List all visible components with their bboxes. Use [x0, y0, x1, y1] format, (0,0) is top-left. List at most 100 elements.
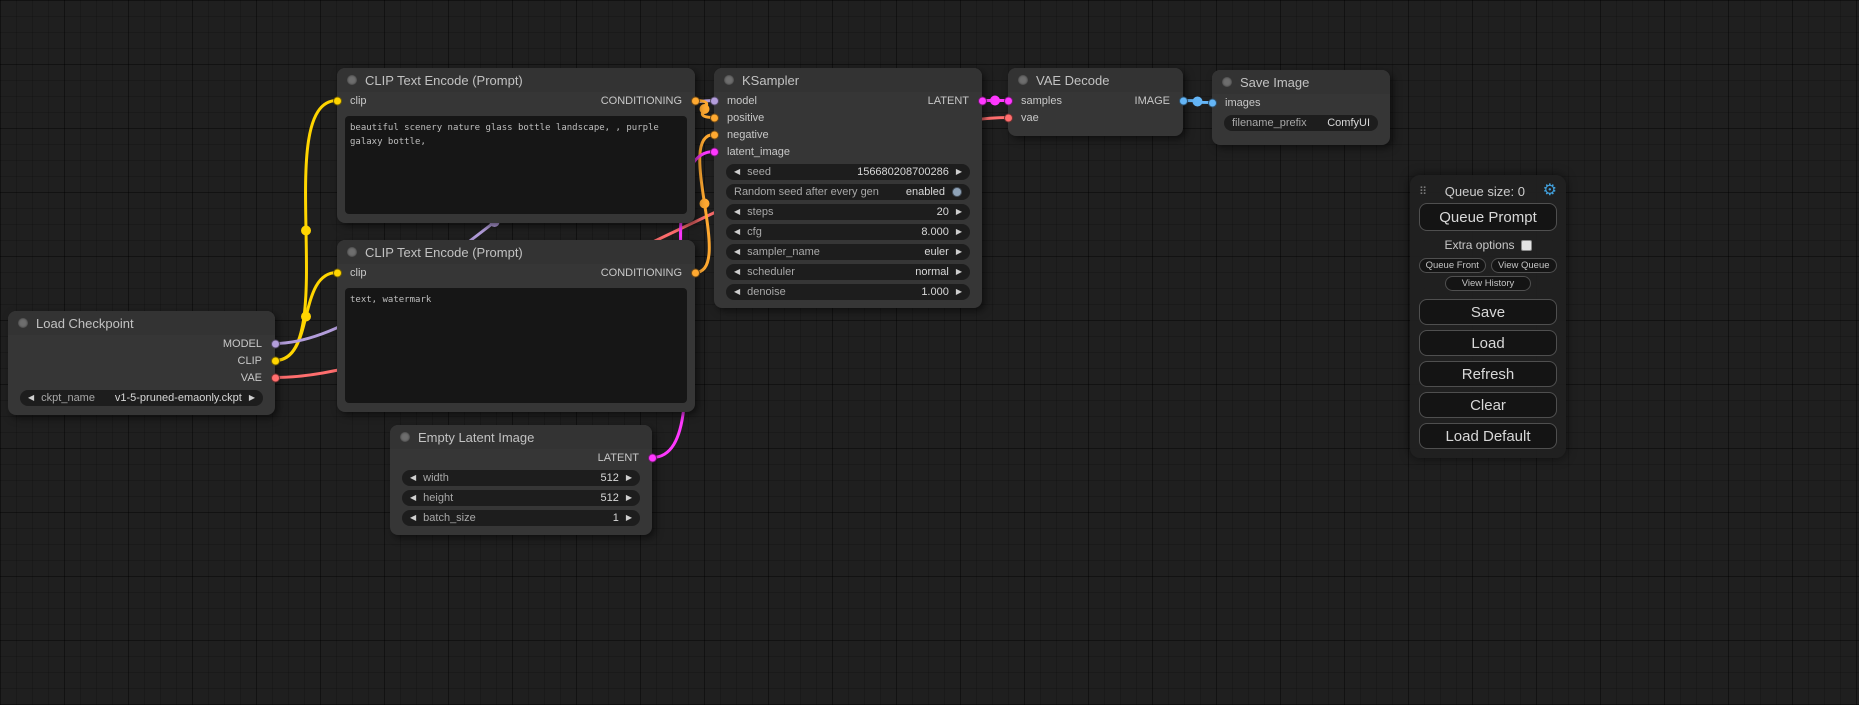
increment-arrow-icon[interactable]: ▶ [626, 474, 632, 482]
output-socket-latent[interactable] [978, 96, 987, 105]
input-socket-samples[interactable] [1004, 96, 1013, 105]
output-socket-latent[interactable] [648, 453, 657, 462]
widget-value: euler [827, 246, 949, 258]
widget-batch-size[interactable]: ◀ batch_size 1 ▶ [402, 510, 640, 526]
widget-seed[interactable]: ◀ seed 156680208700286 ▶ [726, 164, 970, 180]
increment-arrow-icon[interactable]: ▶ [626, 494, 632, 502]
widget-steps[interactable]: ◀ steps 20 ▶ [726, 204, 970, 220]
input-label-positive: positive [727, 112, 764, 124]
node-clip-text-encode-negative[interactable]: CLIP Text Encode (Prompt) clip CONDITION… [337, 240, 695, 412]
decrement-arrow-icon[interactable]: ◀ [410, 494, 416, 502]
extra-options-checkbox[interactable] [1521, 240, 1532, 251]
node-header[interactable]: Save Image [1212, 70, 1390, 94]
widget-cfg[interactable]: ◀ cfg 8.000 ▶ [726, 224, 970, 240]
node-load-checkpoint[interactable]: Load Checkpoint MODEL CLIP VAE ◀ ckpt_na… [8, 311, 275, 415]
decrement-arrow-icon[interactable]: ◀ [410, 474, 416, 482]
node-header[interactable]: KSampler [714, 68, 982, 92]
clear-button[interactable]: Clear [1419, 392, 1557, 418]
node-header[interactable]: Load Checkpoint [8, 311, 275, 335]
input-socket-positive[interactable] [710, 113, 719, 122]
input-socket-vae[interactable] [1004, 113, 1013, 122]
collapse-dot-icon[interactable] [400, 432, 410, 442]
input-socket-model[interactable] [710, 96, 719, 105]
increment-arrow-icon[interactable]: ▶ [626, 514, 632, 522]
increment-arrow-icon[interactable]: ▶ [956, 168, 962, 176]
decrement-arrow-icon[interactable]: ◀ [734, 268, 740, 276]
input-socket-negative[interactable] [710, 130, 719, 139]
collapse-dot-icon[interactable] [1222, 77, 1232, 87]
widget-height[interactable]: ◀ height 512 ▶ [402, 490, 640, 506]
increment-arrow-icon[interactable]: ▶ [956, 268, 962, 276]
collapse-dot-icon[interactable] [724, 75, 734, 85]
widget-value: enabled [886, 186, 945, 198]
collapse-dot-icon[interactable] [1018, 75, 1028, 85]
node-empty-latent-image[interactable]: Empty Latent Image LATENT ◀ width 512 ▶ … [390, 425, 652, 535]
load-button[interactable]: Load [1419, 330, 1557, 356]
save-button[interactable]: Save [1419, 299, 1557, 325]
input-label-samples: samples [1021, 95, 1062, 107]
increment-arrow-icon[interactable]: ▶ [956, 248, 962, 256]
input-socket-images[interactable] [1208, 98, 1217, 107]
node-header[interactable]: CLIP Text Encode (Prompt) [337, 240, 695, 264]
widget-width[interactable]: ◀ width 512 ▶ [402, 470, 640, 486]
collapse-dot-icon[interactable] [347, 247, 357, 257]
decrement-arrow-icon[interactable]: ◀ [734, 228, 740, 236]
positive-prompt-textarea[interactable]: beautiful scenery nature glass bottle la… [345, 116, 687, 214]
output-socket-conditioning[interactable] [691, 268, 700, 277]
widget-ckpt-name[interactable]: ◀ ckpt_name v1-5-pruned-emaonly.ckpt ▶ [20, 390, 263, 406]
collapse-dot-icon[interactable] [18, 318, 28, 328]
widget-denoise[interactable]: ◀ denoise 1.000 ▶ [726, 284, 970, 300]
output-socket-conditioning[interactable] [691, 96, 700, 105]
output-socket-image[interactable] [1179, 96, 1188, 105]
widget-filename-prefix[interactable]: filename_prefix ComfyUI [1224, 115, 1378, 131]
output-socket-clip[interactable] [271, 356, 280, 365]
node-ksampler[interactable]: KSampler model LATENT positive negative … [714, 68, 982, 308]
decrement-arrow-icon[interactable]: ◀ [410, 514, 416, 522]
decrement-arrow-icon[interactable]: ◀ [734, 288, 740, 296]
drag-handle-icon[interactable]: ⠿ [1419, 185, 1427, 198]
decrement-arrow-icon[interactable]: ◀ [734, 168, 740, 176]
output-label-vae: VAE [241, 372, 262, 384]
queue-front-button[interactable]: Queue Front [1419, 258, 1486, 273]
decrement-arrow-icon[interactable]: ◀ [28, 394, 34, 402]
widget-name: ckpt_name [41, 392, 95, 404]
queue-prompt-button[interactable]: Queue Prompt [1419, 203, 1557, 231]
wire-midpoint-dot [301, 312, 311, 322]
view-history-button[interactable]: View History [1445, 276, 1531, 291]
node-vae-decode[interactable]: VAE Decode samples IMAGE vae [1008, 68, 1183, 136]
output-socket-model[interactable] [271, 339, 280, 348]
collapse-dot-icon[interactable] [347, 75, 357, 85]
widget-sampler-name[interactable]: ◀ sampler_name euler ▶ [726, 244, 970, 260]
node-title: Save Image [1240, 75, 1309, 90]
widget-value: 20 [780, 206, 948, 218]
output-label-conditioning: CONDITIONING [601, 95, 682, 107]
increment-arrow-icon[interactable]: ▶ [956, 288, 962, 296]
node-graph-canvas[interactable]: Load Checkpoint MODEL CLIP VAE ◀ ckpt_na… [0, 0, 1859, 705]
node-header[interactable]: Empty Latent Image [390, 425, 652, 449]
increment-arrow-icon[interactable]: ▶ [956, 228, 962, 236]
increment-arrow-icon[interactable]: ▶ [249, 394, 255, 402]
input-socket-latent-image[interactable] [710, 147, 719, 156]
input-socket-clip[interactable] [333, 268, 342, 277]
output-socket-vae[interactable] [271, 373, 280, 382]
node-header[interactable]: VAE Decode [1008, 68, 1183, 92]
widget-scheduler[interactable]: ◀ scheduler normal ▶ [726, 264, 970, 280]
queue-size-label: Queue size: 0 [1427, 184, 1543, 199]
decrement-arrow-icon[interactable]: ◀ [734, 208, 740, 216]
node-save-image[interactable]: Save Image images filename_prefix ComfyU… [1212, 70, 1390, 145]
view-queue-button[interactable]: View Queue [1491, 258, 1558, 273]
negative-prompt-textarea[interactable]: text, watermark [345, 288, 687, 403]
toggle-knob-icon[interactable] [952, 187, 962, 197]
increment-arrow-icon[interactable]: ▶ [956, 208, 962, 216]
refresh-button[interactable]: Refresh [1419, 361, 1557, 387]
widget-name: scheduler [747, 266, 795, 278]
load-default-button[interactable]: Load Default [1419, 423, 1557, 449]
input-label-model: model [727, 95, 757, 107]
input-socket-clip[interactable] [333, 96, 342, 105]
input-label-clip: clip [350, 95, 367, 107]
node-header[interactable]: CLIP Text Encode (Prompt) [337, 68, 695, 92]
widget-random-seed-toggle[interactable]: Random seed after every gen enabled [726, 184, 970, 200]
node-clip-text-encode-positive[interactable]: CLIP Text Encode (Prompt) clip CONDITION… [337, 68, 695, 223]
decrement-arrow-icon[interactable]: ◀ [734, 248, 740, 256]
settings-gear-icon[interactable]: ⚙ [1543, 183, 1557, 199]
